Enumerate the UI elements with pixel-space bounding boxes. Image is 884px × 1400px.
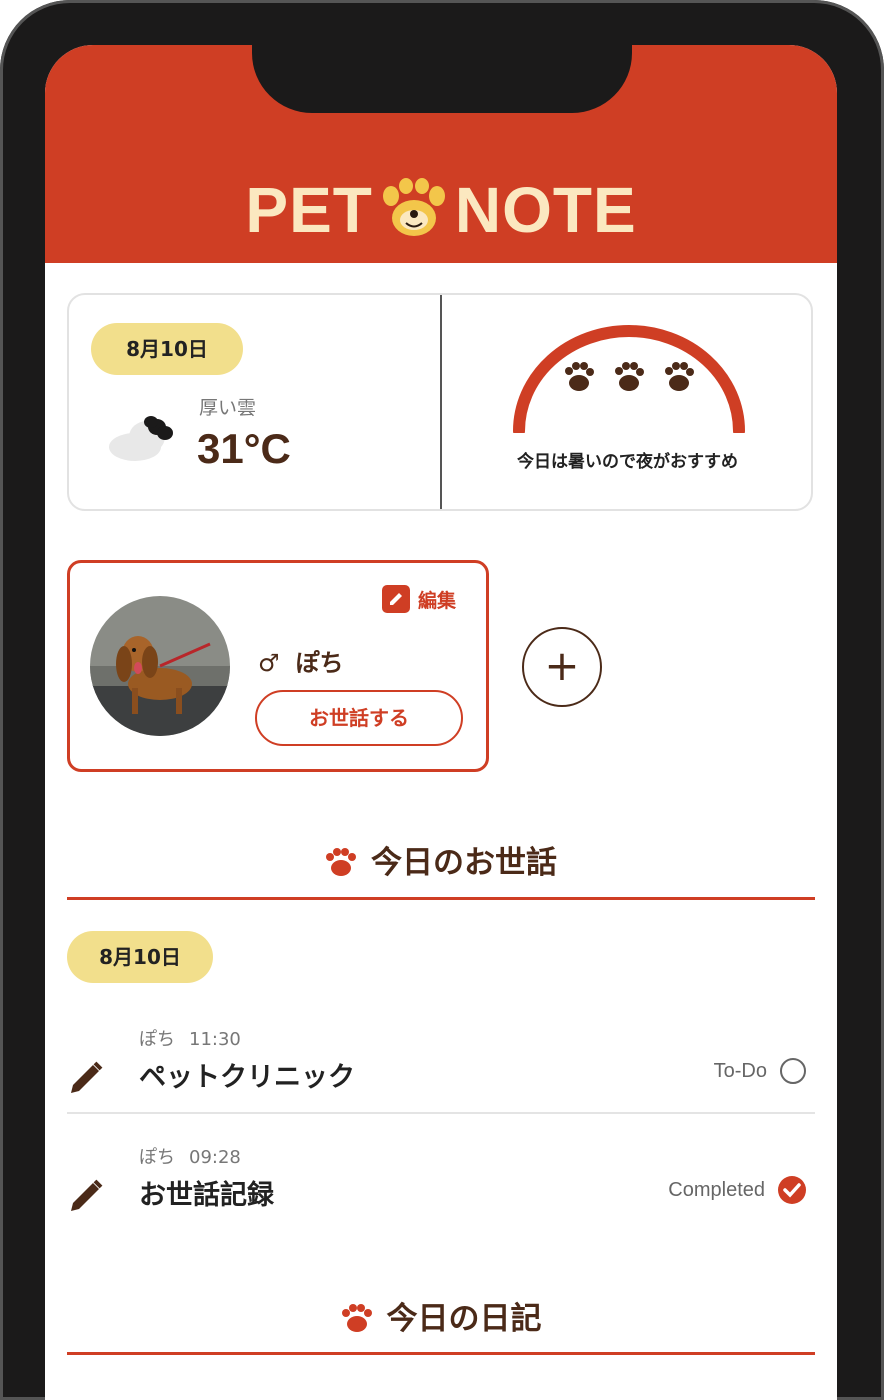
pet-name-row: ♂ ぽち xyxy=(258,643,344,678)
care-item-status[interactable]: To-Do xyxy=(714,1057,807,1085)
logo-text-left: PET xyxy=(245,174,373,246)
paw-icon xyxy=(615,362,644,391)
care-date-badge: 8月10日 xyxy=(67,931,213,983)
today-care-title: 今日のお世話 xyxy=(371,845,557,881)
status-label: To-Do xyxy=(713,1059,767,1082)
list-divider xyxy=(67,1112,815,1114)
weather-temperature: 31°C xyxy=(197,425,291,472)
app-logo: PET NOTE xyxy=(45,173,837,255)
weather-condition: 厚い雲 xyxy=(199,397,257,419)
paw-level-icons xyxy=(565,362,694,391)
diary-heading: 今日の日記 xyxy=(45,1293,837,1338)
app-screen: PET NOTE 8月10日 厚い雲 31°C 今日は暑いので夜がおすすめ 編集… xyxy=(45,45,837,1400)
today-care-divider xyxy=(67,897,815,900)
care-item-time: 11:30 xyxy=(189,1029,241,1050)
care-item-title: ペットクリニック xyxy=(139,1062,355,1093)
paw-icon xyxy=(565,362,594,391)
paw-icon xyxy=(665,362,694,391)
paw-face-icon xyxy=(379,178,449,255)
card-divider xyxy=(440,295,442,509)
weather-date-badge: 8月10日 xyxy=(91,323,243,375)
edit-icon xyxy=(382,585,410,613)
care-item-time: 09:28 xyxy=(189,1147,241,1168)
care-item-pet: ぽち xyxy=(139,1029,175,1050)
pet-card[interactable]: 編集 ♂ ぽち お世話する xyxy=(67,560,489,772)
cloud-icon xyxy=(103,413,193,467)
diary-title: 今日の日記 xyxy=(386,1301,542,1337)
care-item-status[interactable]: Completed xyxy=(668,1175,807,1205)
pet-name: ぽち xyxy=(295,649,344,677)
pet-avatar xyxy=(90,596,230,736)
camera-notch xyxy=(252,45,632,113)
pencil-icon xyxy=(71,1061,103,1093)
care-list-item[interactable]: ぽち 11:30 ペットクリニック To-Do xyxy=(67,1017,815,1135)
care-item-meta: ぽち 11:30 xyxy=(139,1025,241,1051)
weather-card: 8月10日 厚い雲 31°C 今日は暑いので夜がおすすめ xyxy=(67,293,813,511)
paw-icon xyxy=(341,1304,372,1332)
status-label: Completed xyxy=(668,1178,765,1201)
edit-pet-button[interactable]: 編集 xyxy=(382,585,456,613)
pencil-icon xyxy=(71,1179,103,1211)
today-care-heading: 今日のお世話 xyxy=(45,837,837,882)
care-button[interactable]: お世話する xyxy=(255,690,463,746)
logo-text-right: NOTE xyxy=(454,174,637,246)
paw-icon xyxy=(326,848,356,876)
add-pet-button[interactable]: + xyxy=(522,627,602,707)
diary-divider xyxy=(67,1352,815,1355)
care-list-item[interactable]: ぽち 09:28 お世話記録 Completed xyxy=(67,1135,815,1253)
check-circle-icon xyxy=(778,1176,806,1204)
walk-gauge xyxy=(511,323,747,437)
edit-label: 編集 xyxy=(418,589,457,612)
care-item-meta: ぽち 09:28 xyxy=(139,1143,241,1169)
male-icon: ♂ xyxy=(258,649,280,677)
walk-advice: 今日は暑いので夜がおすすめ xyxy=(517,452,738,472)
care-item-pet: ぽち xyxy=(139,1147,175,1168)
phone-frame: PET NOTE 8月10日 厚い雲 31°C 今日は暑いので夜がおすすめ 編集… xyxy=(0,0,884,1400)
unchecked-circle-icon xyxy=(780,1058,806,1084)
care-item-title: お世話記録 xyxy=(139,1180,274,1211)
